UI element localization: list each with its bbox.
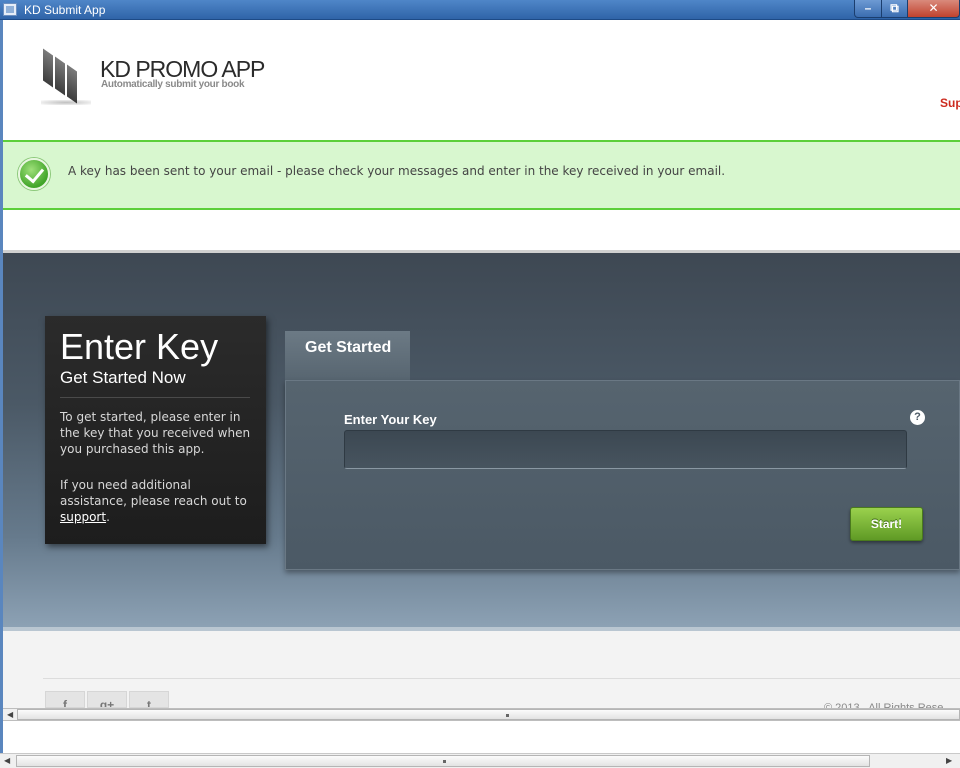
inner-scroll-thumb[interactable]: [17, 709, 960, 720]
minimize-button[interactable]: –: [854, 0, 882, 18]
key-form-panel: Enter Your Key ? Start!: [285, 380, 960, 570]
scroll-left-arrow-icon[interactable]: ◀: [7, 710, 13, 719]
outer-scroll-right-arrow-icon[interactable]: ▶: [946, 756, 952, 765]
app-window-icon: [3, 3, 17, 16]
tab-get-started[interactable]: Get Started: [285, 331, 410, 383]
google-plus-icon[interactable]: g+: [87, 691, 127, 708]
card-instructions: To get started, please enter in the key …: [60, 410, 251, 456]
card-divider: [60, 397, 250, 398]
checkmark-icon: [18, 158, 50, 190]
notification-message: A key has been sent to your email - plea…: [68, 164, 726, 178]
site-header: KD PROMO APP Automatically submit your b…: [3, 20, 960, 140]
card-assistance: If you need additional assistance, pleas…: [60, 477, 255, 525]
support-nav-link[interactable]: Sup: [940, 96, 960, 110]
close-button[interactable]: ✕: [907, 0, 960, 18]
success-notification: A key has been sent to your email - plea…: [3, 140, 960, 210]
brand-tagline: Automatically submit your book: [101, 79, 245, 90]
enter-key-card: Enter Key Get Started Now To get started…: [45, 316, 266, 544]
inner-horizontal-scrollbar[interactable]: ◀: [3, 708, 960, 721]
window-title-bar: KD Submit App – ⧉ ✕: [0, 0, 960, 20]
outer-scroll-left-arrow-icon[interactable]: ◀: [4, 756, 10, 765]
card-subheading: Get Started Now: [60, 368, 186, 387]
assistance-text: If you need additional assistance, pleas…: [60, 478, 247, 508]
key-field-label: Enter Your Key: [344, 412, 437, 427]
help-icon[interactable]: ?: [910, 410, 925, 425]
outer-scroll-thumb[interactable]: [16, 755, 870, 767]
blank-area: [3, 721, 960, 753]
tab-label: Get Started: [305, 339, 392, 356]
card-heading: Enter Key: [60, 326, 219, 367]
window-title: KD Submit App: [24, 3, 106, 17]
restore-button[interactable]: ⧉: [881, 0, 908, 18]
twitter-icon[interactable]: t: [129, 691, 169, 708]
facebook-icon[interactable]: f: [45, 691, 85, 708]
assistance-period: .: [106, 510, 110, 524]
key-input[interactable]: [344, 430, 907, 469]
logo-icon: [43, 48, 91, 104]
logo-shadow: [41, 100, 91, 105]
support-link[interactable]: support: [60, 510, 106, 524]
outer-horizontal-scrollbar[interactable]: ◀ ▶: [0, 753, 960, 768]
footer-divider: [43, 678, 960, 679]
start-button[interactable]: Start!: [850, 507, 923, 541]
site-footer: f g+ t © 2013 . All Rights Rese: [3, 631, 960, 714]
